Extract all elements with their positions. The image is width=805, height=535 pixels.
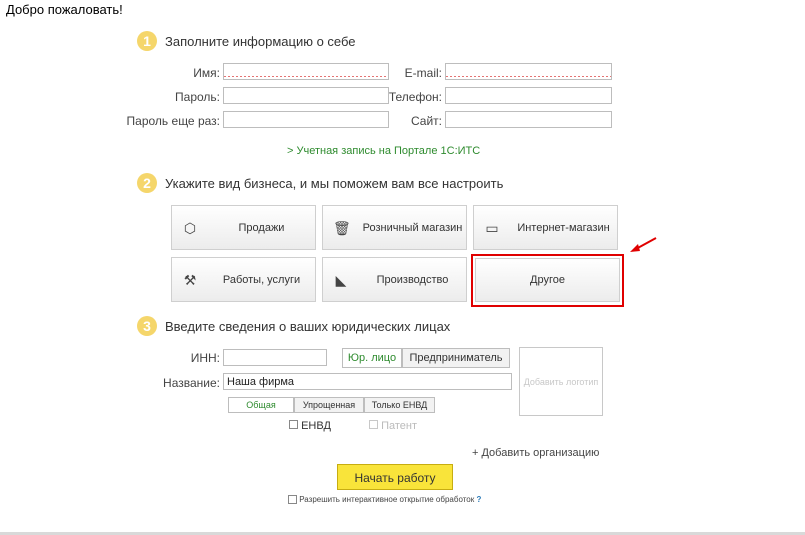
business-tile-services[interactable]: ⚒ Работы, услуги [171, 257, 316, 302]
page-title: Добро пожаловать! [6, 2, 123, 17]
org-name-input[interactable] [223, 373, 512, 390]
email-label: E-mail: [404, 66, 442, 80]
password-repeat-input[interactable] [223, 111, 389, 128]
arrow-icon [630, 237, 657, 252]
step-1-badge: 1 [137, 31, 157, 51]
factory-icon: ◣ [335, 271, 347, 288]
password-repeat-label: Пароль еще раз: [126, 114, 220, 128]
password-label: Пароль: [175, 90, 220, 104]
patent-checkbox[interactable]: Патент [369, 420, 417, 432]
phone-input[interactable] [445, 87, 612, 104]
site-label: Сайт: [410, 114, 442, 128]
name-label: Имя: [193, 66, 220, 80]
business-tile-sales[interactable]: ⬡ Продажи [171, 205, 316, 250]
step-2-title: Укажите вид бизнеса, и мы поможем вам вс… [165, 176, 504, 191]
add-logo-button[interactable]: Добавить логотип [519, 347, 603, 416]
step-2-badge: 2 [137, 173, 157, 193]
portal-link[interactable]: > Учетная запись на Портале 1С:ИТС [287, 145, 480, 157]
business-tile-other[interactable]: Другое [475, 258, 620, 302]
entity-type-legal[interactable]: Юр. лицо [342, 348, 402, 368]
step-1-title: Заполните информацию о себе [165, 34, 356, 49]
tools-icon: ⚒ [183, 271, 197, 288]
checkbox-icon[interactable] [288, 495, 297, 505]
tax-system-general[interactable]: Общая [228, 397, 294, 413]
tax-system-simplified[interactable]: Упрощенная [294, 397, 364, 413]
site-input[interactable] [445, 111, 612, 128]
business-tile-retail[interactable]: 🗑 Розничный магазин [322, 205, 467, 250]
allow-interactive-checkbox[interactable]: Разрешить интерактивное открытие обработ… [288, 495, 481, 505]
envd-checkbox[interactable]: ЕНВД [289, 420, 331, 432]
password-input[interactable] [223, 87, 389, 104]
start-button[interactable]: Начать работу [337, 464, 453, 490]
add-organization-link[interactable]: + Добавить организацию [472, 447, 599, 459]
step-3-title: Введите сведения о ваших юридических лиц… [165, 319, 451, 334]
step-3-badge: 3 [137, 316, 157, 336]
basket-icon: 🗑 [333, 219, 351, 236]
phone-label: Телефон: [388, 90, 442, 104]
name-input[interactable] [223, 63, 389, 80]
business-tile-online-store[interactable]: ▭ Интернет-магазин [473, 205, 618, 250]
email-input[interactable] [445, 63, 612, 80]
entity-type-individual[interactable]: Предприниматель [402, 348, 510, 368]
monitor-icon: ▭ [485, 219, 499, 236]
org-name-label: Название: [163, 376, 220, 390]
help-icon[interactable]: ? [476, 495, 481, 504]
box-icon: ⬡ [183, 219, 197, 236]
business-tile-production[interactable]: ◣ Производство [322, 257, 467, 302]
checkbox-icon[interactable] [369, 420, 378, 429]
checkbox-icon[interactable] [289, 420, 298, 429]
inn-label: ИНН: [190, 351, 220, 365]
tax-system-envd-only[interactable]: Только ЕНВД [364, 397, 435, 413]
inn-input[interactable] [223, 349, 327, 366]
